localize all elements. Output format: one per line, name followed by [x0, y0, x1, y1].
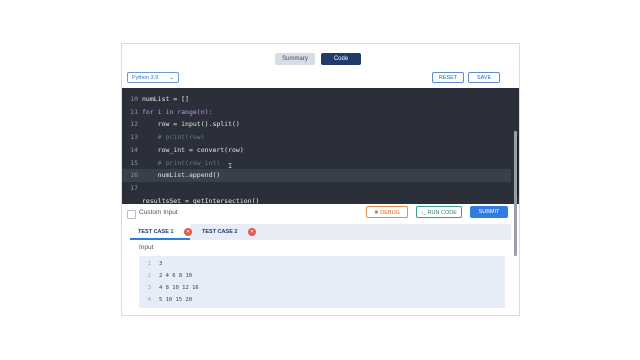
code-line-active: 16 numList.append() — [122, 169, 511, 182]
text-cursor-icon: I — [228, 162, 233, 170]
code-line: 14 row_int = convert(row) — [122, 144, 511, 157]
line-number: 16 — [130, 171, 138, 180]
language-select-value: Python 3.9 — [132, 75, 159, 81]
editor-toolbar: Python 3.9 ⌄ RESET SAVE — [122, 70, 519, 88]
submit-button[interactable]: SUBMIT — [470, 206, 508, 218]
code-text: row = input().split() — [142, 120, 240, 129]
view-tabs: Summary Code — [122, 44, 519, 70]
line-number: 11 — [130, 107, 138, 116]
code-comment: # print(row_int) — [142, 158, 221, 167]
save-button[interactable]: SAVE — [468, 72, 500, 83]
language-select[interactable]: Python 3.9 ⌄ — [127, 72, 179, 83]
line-number: 17 — [130, 183, 138, 192]
tab-test-case-2[interactable]: TEST CASE 2 — [194, 224, 254, 240]
code-line: 15 # print(row_int) — [122, 157, 511, 170]
line-number: 12 — [130, 120, 138, 129]
code-text: row_int = convert(row) — [142, 145, 244, 154]
code-line: 11 for i in range(n): — [122, 106, 511, 119]
line-number: 4 — [147, 297, 151, 303]
code-panel: Summary Code Python 3.9 ⌄ RESET SAVE 10 … — [121, 43, 520, 316]
tab-test-case-2-label: TEST CASE 2 — [202, 229, 238, 235]
line-number: 14 — [130, 145, 138, 154]
close-icon[interactable]: ✕ — [248, 228, 256, 236]
line-number: 2 — [147, 273, 151, 279]
code-line: 17 — [122, 182, 511, 195]
line-number: 3 — [147, 285, 151, 291]
input-text: 5 10 15 20 — [159, 297, 193, 303]
tab-test-case-1[interactable]: TEST CASE 1 — [130, 224, 190, 240]
code-line: 10 numList = [] — [122, 93, 511, 106]
tab-summary[interactable]: Summary — [275, 53, 315, 65]
chevron-down-icon: ⌄ — [168, 75, 174, 81]
custom-input-label: Custom Input — [139, 209, 178, 216]
input-text: 3 — [159, 261, 163, 267]
code-comment: # print(row) — [142, 133, 205, 142]
test-input-editor[interactable]: 1 3 2 2 4 6 8 10 3 4 8 10 12 16 4 5 10 1… — [139, 256, 505, 308]
code-line: resultsSet = getIntersection() — [122, 195, 511, 204]
code-text: numList = [] — [142, 95, 189, 103]
close-icon[interactable]: ✕ — [184, 228, 192, 236]
tab-test-case-1-label: TEST CASE 1 — [138, 229, 174, 235]
input-heading: Input — [139, 244, 154, 251]
tab-code[interactable]: Code — [321, 53, 361, 65]
action-bar: Custom Input ✺ DEBUG ›_ RUN CODE SUBMIT — [122, 204, 519, 224]
run-code-label: RUN CODE — [427, 210, 457, 216]
line-number: 13 — [130, 133, 138, 142]
code-text: numList.append() — [142, 171, 221, 180]
page-scrollbar[interactable] — [514, 131, 517, 256]
line-number: 15 — [130, 158, 138, 167]
code-editor[interactable]: 10 numList = [] 11 for i in range(n): 12… — [122, 88, 519, 204]
custom-input-checkbox[interactable] — [127, 210, 136, 219]
run-code-button[interactable]: ›_ RUN CODE — [416, 206, 462, 218]
code-line: 13 # print(row) — [122, 131, 511, 144]
input-text: 2 4 6 8 10 — [159, 273, 193, 279]
debug-button[interactable]: ✺ DEBUG — [366, 206, 408, 218]
line-number: 1 — [147, 261, 151, 267]
line-number: 10 — [130, 95, 138, 103]
debug-label: DEBUG — [380, 210, 400, 216]
code-text: resultsSet = getIntersection() — [142, 196, 260, 204]
code-text: for i in range(n): — [142, 107, 213, 116]
input-text: 4 8 10 12 16 — [159, 285, 199, 291]
test-case-tabs: TEST CASE 1 ✕ TEST CASE 2 ✕ — [130, 224, 511, 240]
code-line: 12 row = input().split() — [122, 118, 511, 131]
reset-button[interactable]: RESET — [432, 72, 464, 83]
